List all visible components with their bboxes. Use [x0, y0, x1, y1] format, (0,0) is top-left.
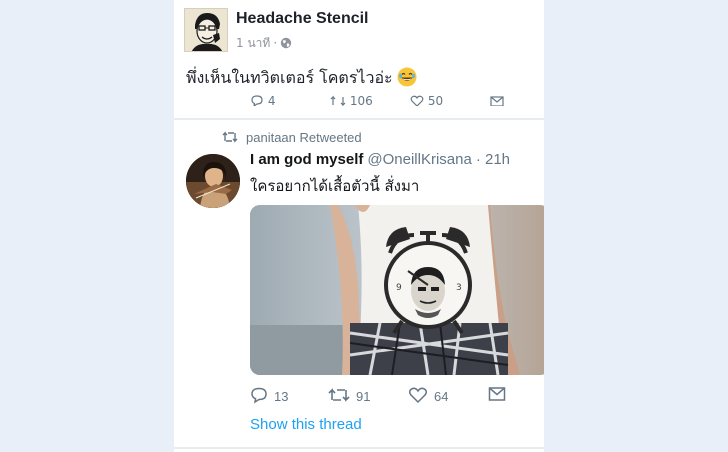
retweet-label[interactable]: panitaan Retweeted	[246, 130, 362, 145]
cropped-reply-count: 4	[250, 94, 275, 106]
tweet-action-bar: 13 91 64	[250, 386, 540, 406]
post-meta: 1 นาที ·	[236, 34, 292, 53]
reply-icon	[250, 386, 268, 407]
tweet-image[interactable]: 9 3	[250, 205, 544, 375]
reply-count: 13	[274, 389, 289, 404]
retweet-icon	[328, 386, 350, 407]
like-button[interactable]: 64	[408, 386, 448, 407]
retweet-small-icon	[222, 130, 238, 147]
tweet-author-name[interactable]: I am god myself	[250, 151, 363, 168]
svg-text:3: 3	[456, 283, 462, 293]
author-avatar[interactable]	[184, 8, 228, 52]
laughing-emoji-icon	[397, 67, 417, 91]
tweet-author-handle[interactable]: @OneillKrisana	[367, 151, 471, 168]
tweet-text: ใครอยากได้เสื้อตัวนี้ สั่งมา	[250, 177, 420, 195]
post-text: พึ่งเห็นในทวิตเตอร์ โคตรไวอ่ะ	[186, 66, 417, 91]
bottom-divider	[174, 447, 544, 449]
cropped-message-icon	[490, 94, 504, 106]
retweet-count: 91	[356, 389, 371, 404]
envelope-icon	[488, 386, 506, 405]
retweet-button[interactable]: 91	[328, 386, 370, 407]
tweet-author-avatar[interactable]	[186, 154, 240, 208]
reply-button[interactable]: 13	[250, 386, 288, 407]
like-count: 64	[434, 389, 449, 404]
cropped-like-count: 50	[410, 94, 443, 106]
globe-icon	[280, 37, 292, 52]
tweet-timestamp[interactable]: · 21h	[476, 151, 510, 168]
svg-text:9: 9	[396, 283, 402, 293]
direct-message-button[interactable]	[488, 386, 506, 405]
show-thread-link[interactable]: Show this thread	[250, 416, 362, 433]
post-text-body: พึ่งเห็นในทวิตเตอร์ โคตรไวอ่ะ	[186, 68, 393, 87]
cropped-retweet-count: 106	[330, 94, 373, 106]
retweet-context: panitaan Retweeted	[222, 130, 362, 147]
meta-separator: ·	[273, 36, 278, 50]
section-divider	[174, 118, 544, 120]
cropped-tweet-actions: 4 106 50	[250, 90, 544, 106]
tweet-header: I am god myself @OneillKrisana · 21h	[250, 151, 510, 168]
post-time[interactable]: 1 นาที	[236, 36, 270, 50]
heart-icon	[408, 386, 428, 407]
author-name[interactable]: Headache Stencil	[236, 10, 369, 28]
post-card: Headache Stencil 1 นาที · พึ่งเห็นในทวิตเ…	[174, 0, 544, 452]
